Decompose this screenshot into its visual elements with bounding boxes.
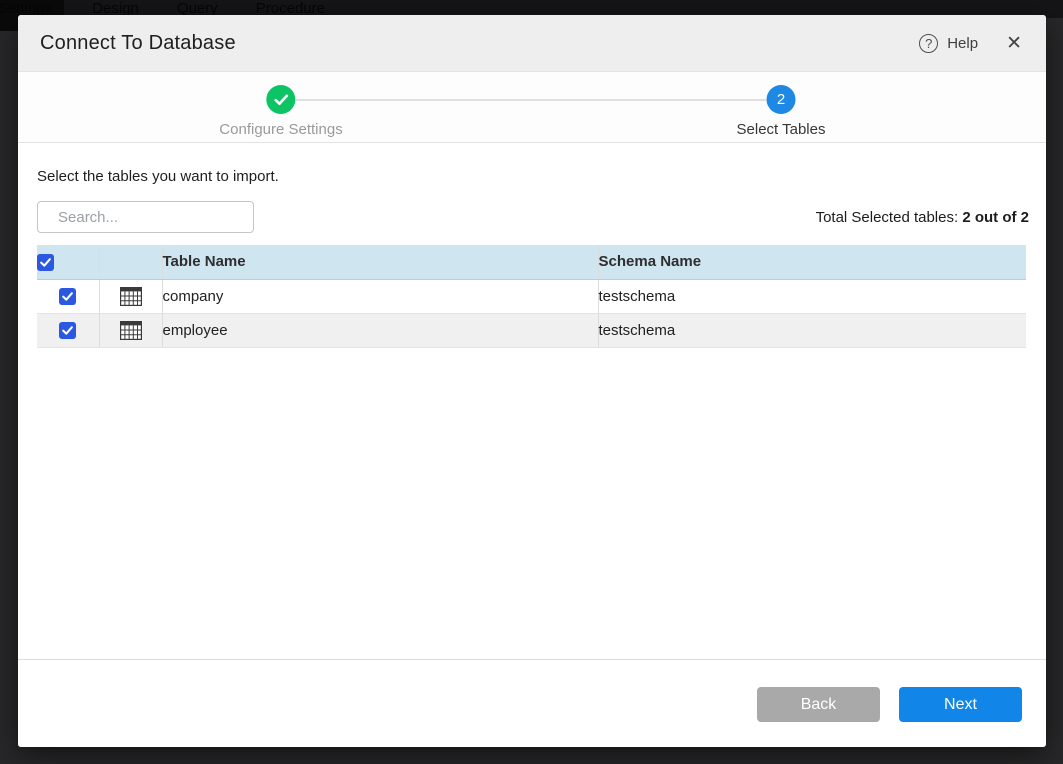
check-icon [62,292,73,301]
step-complete-check-icon [267,85,296,114]
close-icon[interactable]: ✕ [1006,34,1022,53]
help-button[interactable]: ? Help [919,34,978,53]
step2-label: Select Tables [737,121,826,138]
column-header-table-name[interactable]: Table Name [162,245,598,279]
step-select-tables[interactable]: 2 Select Tables [737,85,826,138]
table-name-cell: employee [162,313,598,347]
search-box[interactable] [37,201,254,233]
tables-list: Table Name Schema Name [37,245,1026,348]
table-grid-icon [120,287,142,306]
select-all-checkbox[interactable] [37,254,54,271]
wizard-stepper: Configure Settings 2 Select Tables [18,72,1046,143]
dialog-body: Select the tables you want to import. To… [18,168,1046,348]
check-icon [62,326,73,335]
table-row[interactable]: employee testschema [37,313,1026,347]
back-button[interactable]: Back [757,687,880,722]
step1-label: Configure Settings [219,121,342,138]
schema-name-cell: testschema [598,313,1026,347]
step-configure-settings[interactable]: Configure Settings [219,85,342,138]
dialog-footer: Back Next [18,659,1046,747]
summary-value: 2 out of 2 [962,209,1029,226]
schema-name-cell: testschema [598,279,1026,313]
selected-tables-summary: Total Selected tables: 2 out of 2 [816,209,1029,226]
help-icon: ? [919,34,938,53]
table-name-cell: company [162,279,598,313]
instruction-text: Select the tables you want to import. [37,168,1029,185]
search-input[interactable] [56,208,259,227]
row-checkbox[interactable] [59,288,76,305]
connect-to-database-dialog: Connect To Database ? Help ✕ Configure S… [18,15,1046,747]
summary-label: Total Selected tables: [816,209,963,226]
row-checkbox[interactable] [59,322,76,339]
table-header-row: Table Name Schema Name [37,245,1026,279]
step-connector-line [296,99,766,101]
dialog-title: Connect To Database [40,32,919,55]
table-row[interactable]: company testschema [37,279,1026,313]
dialog-header: Connect To Database ? Help ✕ [18,15,1046,72]
column-header-schema-name[interactable]: Schema Name [598,245,1026,279]
step2-number-badge: 2 [766,85,795,114]
help-label: Help [947,35,978,52]
table-grid-icon [120,321,142,340]
next-button[interactable]: Next [899,687,1022,722]
check-icon [40,258,51,267]
toolbar-row: Total Selected tables: 2 out of 2 [37,201,1029,233]
